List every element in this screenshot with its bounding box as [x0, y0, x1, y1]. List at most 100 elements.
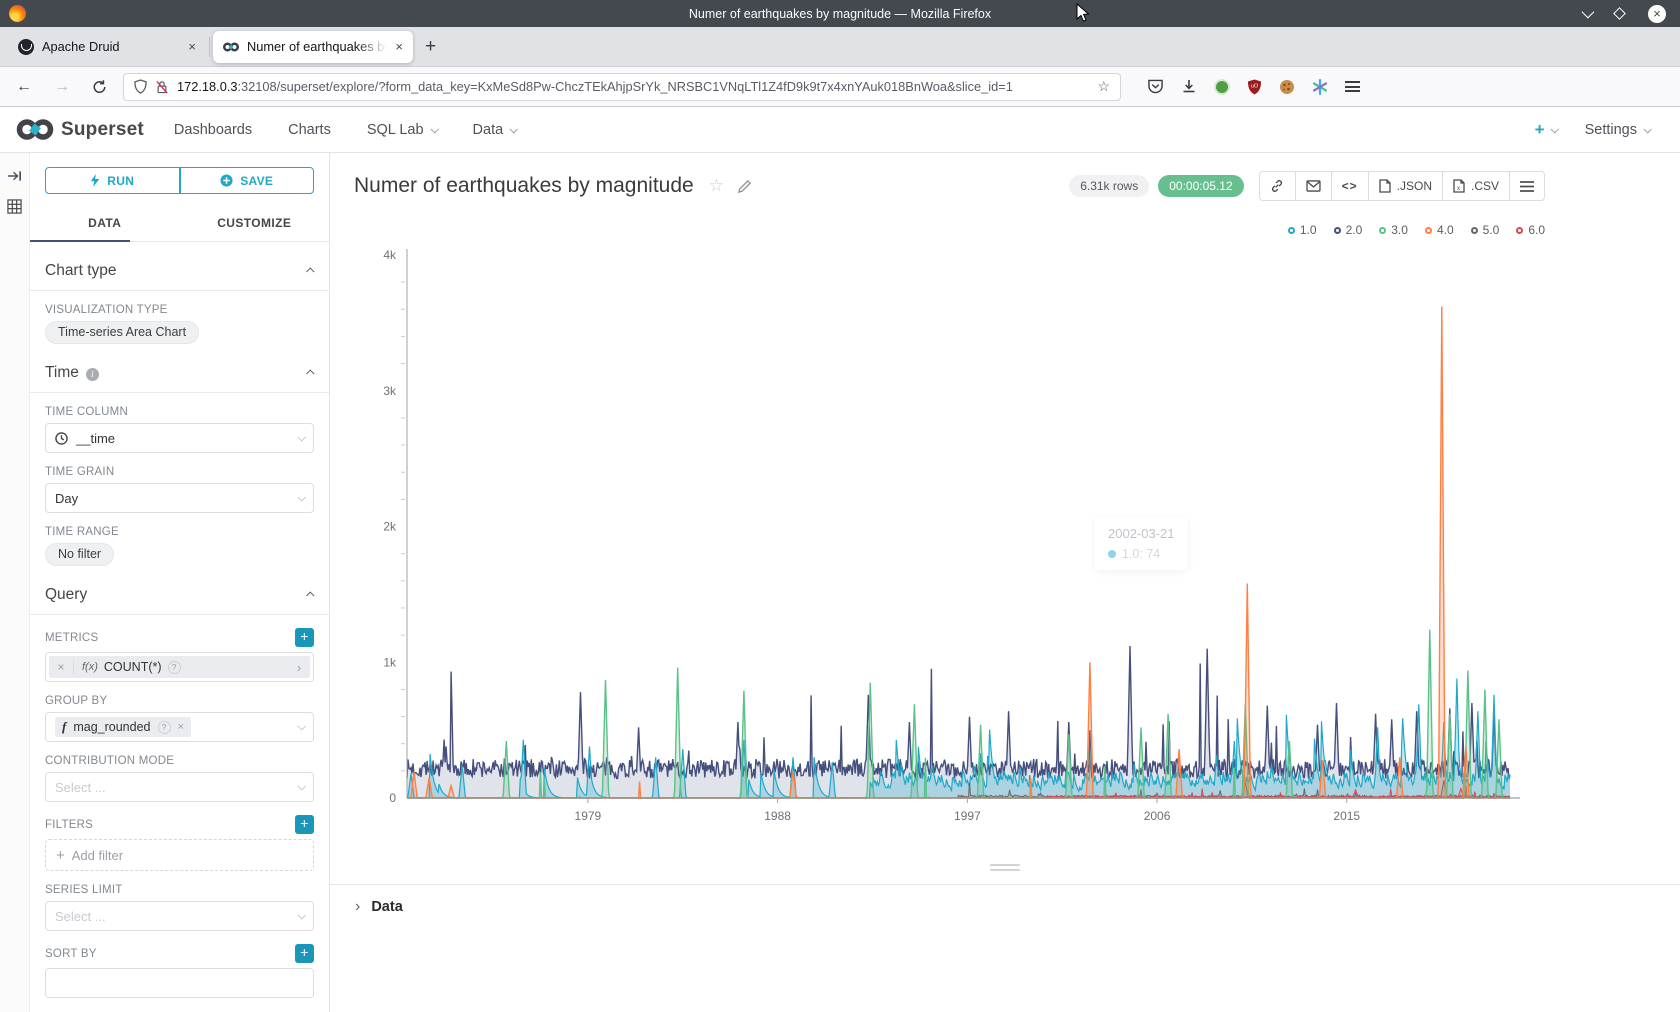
- chevron-right-icon: ›: [355, 898, 360, 916]
- nav-item-data[interactable]: Data: [473, 122, 517, 138]
- browser-tab-superset[interactable]: Numer of earthquakes by magnitude ×: [213, 31, 413, 63]
- group-by-select[interactable]: f mag_rounded ? ×: [45, 712, 314, 742]
- window-minimize-icon[interactable]: [1582, 6, 1595, 19]
- sort-by-label: SORT BY: [45, 948, 97, 960]
- browser-tab-druid[interactable]: Apache Druid ×: [8, 31, 206, 63]
- extension-green-icon[interactable]: [1214, 79, 1230, 95]
- add-filter-box[interactable]: + Add filter: [45, 839, 314, 871]
- mouse-cursor: [1076, 3, 1090, 23]
- series-dot-icon: [1108, 550, 1116, 558]
- group-by-tag[interactable]: f mag_rounded ? ×: [55, 717, 191, 737]
- caret-down-icon: [1550, 125, 1558, 133]
- window-maximize-icon[interactable]: [1613, 7, 1626, 20]
- edit-pencil-icon[interactable]: [737, 179, 752, 194]
- legend-item-1.0[interactable]: 1.0: [1288, 223, 1317, 237]
- nav-item-dashboards[interactable]: Dashboards: [174, 122, 252, 138]
- legend-item-6.0[interactable]: 6.0: [1516, 223, 1545, 237]
- new-tab-button[interactable]: +: [425, 36, 436, 58]
- series-limit-select[interactable]: Select ...: [45, 901, 314, 931]
- favorite-star-icon[interactable]: ☆: [709, 176, 724, 196]
- export-json-button[interactable]: .JSON: [1368, 172, 1442, 200]
- back-button[interactable]: ←: [16, 78, 32, 96]
- chevron-down-icon: [297, 433, 305, 441]
- file-x-icon: x: [1453, 179, 1465, 193]
- plus-icon: +: [56, 847, 65, 864]
- tab-label: Apache Druid: [42, 39, 180, 54]
- add-sort-button[interactable]: +: [295, 944, 314, 963]
- url-bar[interactable]: 172.18.0.3:32108/superset/explore/?form_…: [123, 73, 1121, 101]
- reload-button[interactable]: [92, 79, 107, 95]
- nav-item-sql-lab[interactable]: SQL Lab: [367, 122, 437, 138]
- pocket-icon[interactable]: [1147, 79, 1164, 94]
- metric-count[interactable]: × f(x)COUNT(*)? ›: [45, 652, 314, 682]
- downloads-icon[interactable]: [1181, 79, 1197, 95]
- section-chart-type[interactable]: Chart type: [45, 242, 314, 290]
- panel-resize-handle[interactable]: [990, 864, 1020, 874]
- time-range-value[interactable]: No filter: [45, 543, 114, 566]
- time-column-select[interactable]: __time: [45, 423, 314, 453]
- legend-item-2.0[interactable]: 2.0: [1334, 223, 1363, 237]
- url-text: 172.18.0.3:32108/superset/explore/?form_…: [177, 79, 1013, 94]
- tab-customize[interactable]: CUSTOMIZE: [180, 204, 330, 241]
- tab-close-icon[interactable]: ×: [395, 39, 403, 54]
- time-grain-label: TIME GRAIN: [45, 466, 114, 478]
- window-title: Numer of earthquakes by magnitude — Mozi…: [689, 7, 991, 21]
- timeseries-area-chart[interactable]: 01k2k3k4k19791988199720062015: [330, 243, 1680, 853]
- tab-separator: [209, 37, 210, 57]
- window-close-icon[interactable]: ×: [1648, 5, 1666, 23]
- svg-text:1k: 1k: [383, 655, 397, 669]
- datasource-grid-icon[interactable]: [7, 199, 22, 214]
- chevron-right-icon[interactable]: ›: [288, 660, 310, 675]
- expand-panel-icon[interactable]: [7, 169, 22, 183]
- chart-panel: Numer of earthquakes by magnitude ☆ 6.31…: [330, 153, 1680, 1012]
- legend-item-4.0[interactable]: 4.0: [1425, 223, 1454, 237]
- save-button[interactable]: SAVE: [180, 167, 315, 194]
- tab-data[interactable]: DATA: [30, 204, 180, 241]
- shield-permissions-icon[interactable]: [134, 79, 147, 94]
- settings-menu[interactable]: Settings: [1585, 122, 1650, 138]
- section-time[interactable]: Timei: [45, 344, 314, 392]
- ublock-icon[interactable]: uO: [1247, 79, 1262, 95]
- contribution-mode-select[interactable]: Select ...: [45, 772, 314, 802]
- bookmark-star-icon[interactable]: ☆: [1097, 78, 1110, 95]
- cookie-extension-icon[interactable]: [1279, 79, 1295, 95]
- sort-by-select[interactable]: [45, 968, 314, 998]
- chart-menu-button[interactable]: [1509, 172, 1544, 200]
- legend-item-3.0[interactable]: 3.0: [1379, 223, 1408, 237]
- data-results-toggle[interactable]: › Data: [330, 885, 1680, 929]
- legend-ring-icon: [1379, 227, 1386, 234]
- run-button[interactable]: RUN: [45, 167, 180, 194]
- extension-asterisk-icon[interactable]: [1312, 79, 1328, 95]
- export-csv-button[interactable]: x.CSV: [1442, 172, 1509, 200]
- add-filter-button[interactable]: +: [295, 815, 314, 834]
- remove-tag-icon[interactable]: ×: [178, 721, 184, 733]
- forward-button[interactable]: →: [54, 78, 70, 96]
- lock-insecure-icon[interactable]: [156, 80, 168, 94]
- nav-item-charts[interactable]: Charts: [288, 122, 331, 138]
- group-by-label: GROUP BY: [45, 695, 107, 707]
- remove-metric-icon[interactable]: ×: [49, 660, 74, 674]
- time-grain-select[interactable]: Day: [45, 483, 314, 513]
- info-icon: i: [86, 368, 99, 381]
- viz-type-value[interactable]: Time-series Area Chart: [45, 321, 199, 344]
- section-query[interactable]: Query: [45, 566, 314, 614]
- time-column-label: TIME COLUMN: [45, 406, 128, 418]
- clock-icon: [55, 432, 68, 445]
- firefox-logo-icon: [9, 5, 26, 22]
- brand-name: Superset: [61, 119, 144, 141]
- svg-text:uO: uO: [1251, 83, 1259, 89]
- embed-code-button[interactable]: <>: [1331, 172, 1368, 200]
- chart-legend: 1.0 2.0 3.0 4.0 5.0 6.0: [1271, 223, 1545, 237]
- window-titlebar: Numer of earthquakes by magnitude — Mozi…: [0, 0, 1680, 27]
- email-button[interactable]: [1295, 172, 1331, 200]
- add-metric-button[interactable]: +: [295, 628, 314, 647]
- metrics-label: METRICS: [45, 632, 98, 644]
- copy-link-button[interactable]: [1260, 172, 1295, 200]
- firefox-menu-icon[interactable]: [1345, 81, 1360, 92]
- add-new-button[interactable]: +: [1535, 120, 1557, 140]
- legend-item-5.0[interactable]: 5.0: [1471, 223, 1500, 237]
- svg-text:x: x: [1457, 186, 1460, 192]
- query-timer-badge: 00:00:05.12: [1158, 175, 1243, 197]
- tab-close-icon[interactable]: ×: [188, 39, 196, 54]
- legend-ring-icon: [1516, 227, 1523, 234]
